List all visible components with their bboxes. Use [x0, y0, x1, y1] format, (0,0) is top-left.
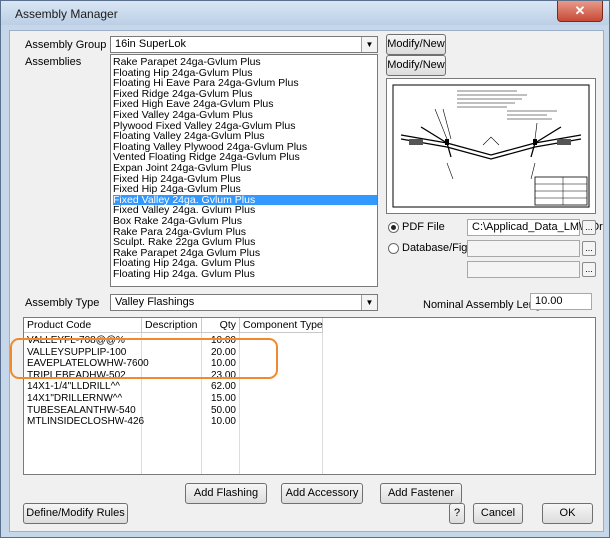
window-title: Assembly Manager [15, 7, 118, 21]
nominal-length-field[interactable]: 10.00 [530, 293, 592, 310]
assembly-type-label: Assembly Type [25, 297, 100, 309]
column-header-qty[interactable]: Qty [202, 318, 240, 333]
qty-cell: 62.00 [210, 381, 236, 393]
table-row[interactable]: TUBESEALANTHW-540 50.00 [24, 405, 324, 417]
column-header-product-code[interactable]: Product Code [24, 318, 142, 333]
drawing-preview [386, 78, 596, 214]
assembly-list-item[interactable]: Rake Parapet 24ga-Gvlum Plus [113, 57, 377, 68]
add-fastener-button[interactable]: Add Fastener [380, 483, 462, 504]
pdf-path-field[interactable]: C:\Applicad_Data_LM\9 Dr [467, 219, 603, 236]
column-header-component-type[interactable]: Component Type [240, 318, 323, 333]
product-code-cell: MTLINSIDECLOSHW-426 [27, 416, 145, 428]
chevron-down-icon[interactable]: ▼ [361, 37, 377, 52]
column-header-description[interactable]: Description [142, 318, 202, 333]
product-code-cell: 14X1"DRILLERNW^^ [27, 393, 123, 404]
add-accessory-button[interactable]: Add Accessory [281, 483, 363, 504]
qty-cell: 50.00 [210, 404, 236, 416]
qty-cell: 15.00 [210, 393, 236, 404]
assemblies-list[interactable]: Rake Parapet 24ga-Gvlum Plus Floating Hip… [110, 54, 378, 287]
ok-button[interactable]: OK [542, 503, 593, 524]
close-icon: ✕ [574, 3, 586, 18]
assembly-manager-window: Assembly Manager ✕ Assembly Group 16in S… [0, 0, 610, 538]
chevron-down-icon[interactable]: ▼ [361, 295, 377, 310]
product-code-cell: 14X1-1/4"LLDRILL^^ [27, 381, 120, 393]
close-button[interactable]: ✕ [557, 1, 603, 22]
assembly-type-combo[interactable]: Valley Flashings ▼ [110, 294, 378, 311]
highlight-annotation [10, 338, 278, 379]
define-modify-rules-button[interactable]: Define/Modify Rules [23, 503, 128, 524]
assembly-list-item[interactable]: Expan Joint 24ga-Gvlum Plus [113, 163, 377, 174]
assemblies-modify-button[interactable]: Modify/New [386, 55, 446, 76]
product-code-cell: TUBESEALANTHW-540 [27, 404, 136, 416]
dialog-client: Assembly Group 16in SuperLok ▼ Modify/Ne… [9, 30, 604, 532]
nominal-length-value: 10.00 [535, 295, 563, 307]
pdf-file-radio[interactable] [388, 222, 399, 233]
assembly-list-item[interactable]: Fixed Valley 24ga-Gvlum Plus [113, 110, 377, 121]
cancel-button[interactable]: Cancel [473, 503, 523, 524]
assembly-type-value: Valley Flashings [115, 296, 195, 308]
table-row[interactable]: 14X1"DRILLERNW^^ 15.00 [24, 393, 324, 405]
assembly-group-label: Assembly Group [25, 39, 107, 51]
add-flashing-button[interactable]: Add Flashing [185, 483, 267, 504]
valley-flashing-drawing [392, 84, 590, 208]
figure-browse-button[interactable]: ... [582, 262, 596, 277]
assembly-list-item[interactable]: Box Rake 24ga-Gvlum Plus [113, 216, 377, 227]
help-button[interactable]: ? [449, 503, 465, 524]
table-row[interactable]: 14X1-1/4"LLDRILL^^ 62.00 [24, 381, 324, 393]
title-bar: Assembly Manager ✕ [1, 1, 609, 25]
figure-field[interactable] [467, 261, 580, 278]
assembly-group-combo[interactable]: 16in SuperLok ▼ [110, 36, 378, 53]
pdf-file-label: PDF File [402, 221, 445, 233]
database-field[interactable] [467, 240, 580, 257]
database-figure-radio[interactable] [388, 243, 399, 254]
qty-cell: 10.00 [210, 416, 236, 428]
assemblies-label: Assemblies [25, 56, 82, 68]
database-browse-button[interactable]: ... [582, 241, 596, 256]
table-row[interactable]: MTLINSIDECLOSHW-426 10.00 [24, 416, 324, 428]
pdf-browse-button[interactable]: ... [582, 220, 596, 235]
assembly-list-item[interactable]: Floating Hip 24ga. Gvlum Plus [113, 269, 377, 280]
assembly-group-modify-button[interactable]: Modify/New [386, 34, 446, 55]
assembly-group-value: 16in SuperLok [115, 38, 186, 50]
